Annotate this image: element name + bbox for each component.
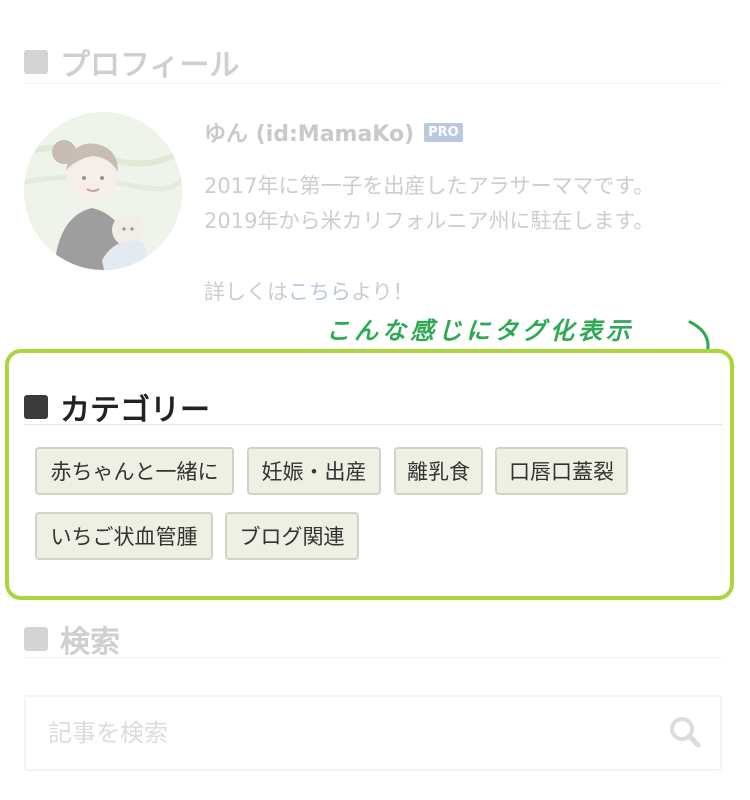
search-title-text: 検索 [60,625,120,660]
pro-badge: PRO [424,122,463,142]
search-section-title: 検索 [24,617,120,661]
category-tag[interactable]: 赤ちゃんと一緒に [35,447,234,495]
bio-line-3-prefix: 詳しくは [204,280,288,304]
section-square-icon [24,395,48,419]
bio-line-3-suffix: より！ [351,280,414,304]
annotation-text: こんな感じにタグ化表示 [326,317,634,345]
profile-name[interactable]: ゆん (id:MamaKo) PRO [204,116,463,148]
section-square-icon [24,627,48,651]
profile-details-link[interactable]: こちら [288,280,351,304]
bio-line-1: 2017年に第一子を出産したアラサーママです。 [204,174,655,198]
category-tag[interactable]: いちご状血管腫 [35,512,213,560]
category-tag[interactable]: 口唇口蓋裂 [495,447,628,495]
category-tag[interactable]: ブログ関連 [225,512,359,560]
category-tag[interactable]: 妊娠・出産 [247,447,381,495]
search-input[interactable] [28,699,628,767]
category-divider [24,424,722,425]
profile-name-text[interactable]: ゆん (id:MamaKo) [204,116,414,148]
category-title-text: カテゴリー [60,393,210,428]
search-box [24,695,722,771]
bio-line-3: 詳しくはこちらより！ [204,276,414,306]
profile-section-title: プロフィール [24,40,239,84]
profile-divider [24,83,722,84]
profile-title-text: プロフィール [60,48,240,83]
category-section-title: カテゴリー [24,385,210,429]
category-tag[interactable]: 離乳食 [394,447,483,495]
bio-line-2: 2019年から米カリフォルニア州に駐在します。 [204,209,655,233]
search-icon [670,717,701,748]
section-square-icon [24,50,48,74]
search-divider [24,657,722,658]
avatar[interactable] [24,112,182,270]
avatar-illustration [24,112,182,270]
search-button[interactable] [658,705,714,761]
